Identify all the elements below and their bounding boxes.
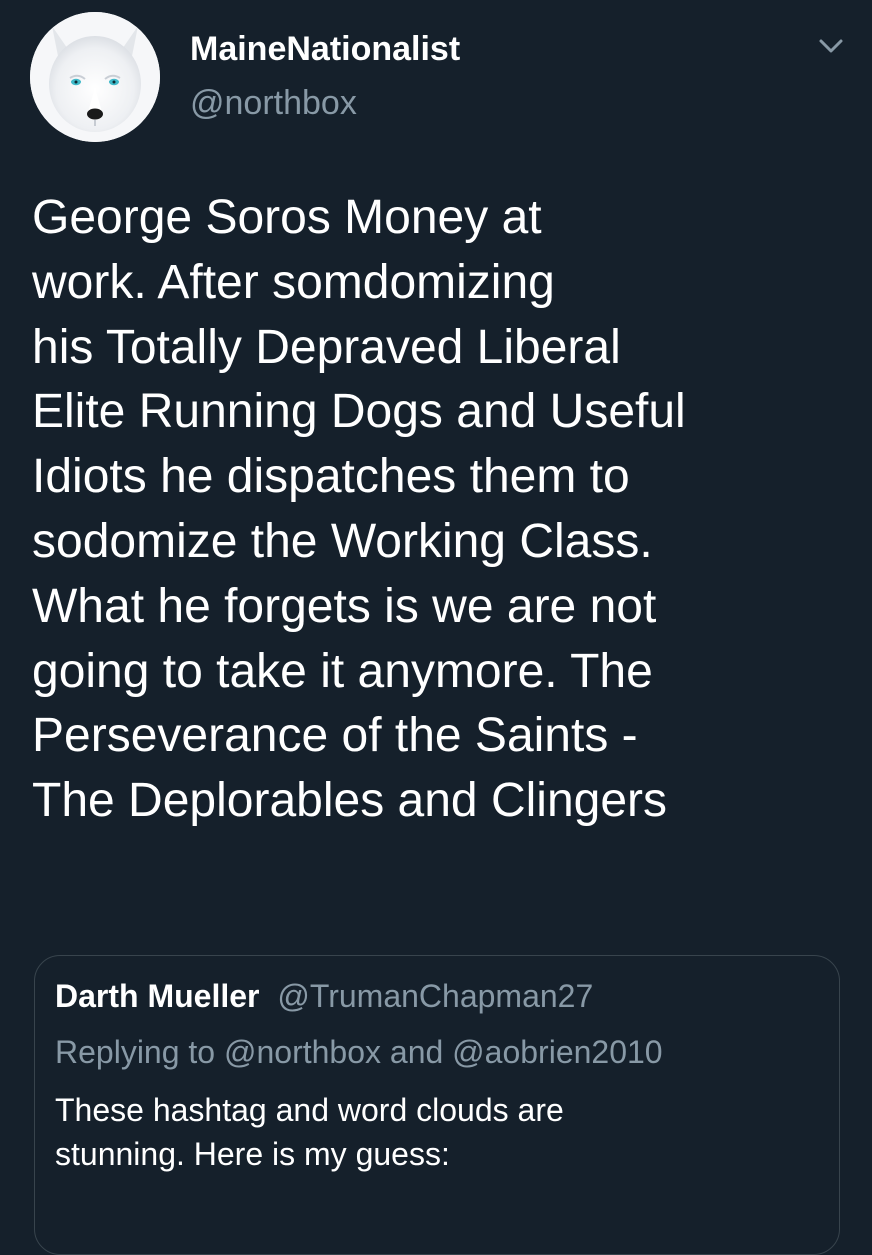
quoted-author-name: Darth Mueller: [55, 978, 260, 1014]
author-handle[interactable]: @northbox: [190, 84, 357, 123]
tweet: MaineNationalist @northbox George Soros …: [0, 0, 872, 1255]
quoted-tweet-header: Darth Mueller @TrumanChapman27: [55, 978, 593, 1015]
white-wolf-icon: [30, 12, 160, 142]
author-avatar[interactable]: [30, 12, 160, 142]
quoted-reply-context: Replying to @northbox and @aobrien2010: [55, 1034, 663, 1070]
author-name[interactable]: MaineNationalist: [190, 30, 460, 69]
chevron-down-icon: [819, 39, 843, 53]
quoted-tweet-text: These hashtag and word clouds are stunni…: [55, 1092, 564, 1172]
tweet-text: George Soros Money at work. After somdom…: [32, 191, 686, 828]
quoted-tweet-card[interactable]: Darth Mueller @TrumanChapman27 Replying …: [34, 955, 840, 1255]
tweet-menu-button[interactable]: [815, 34, 847, 58]
quoted-author-handle: @TrumanChapman27: [277, 978, 594, 1014]
